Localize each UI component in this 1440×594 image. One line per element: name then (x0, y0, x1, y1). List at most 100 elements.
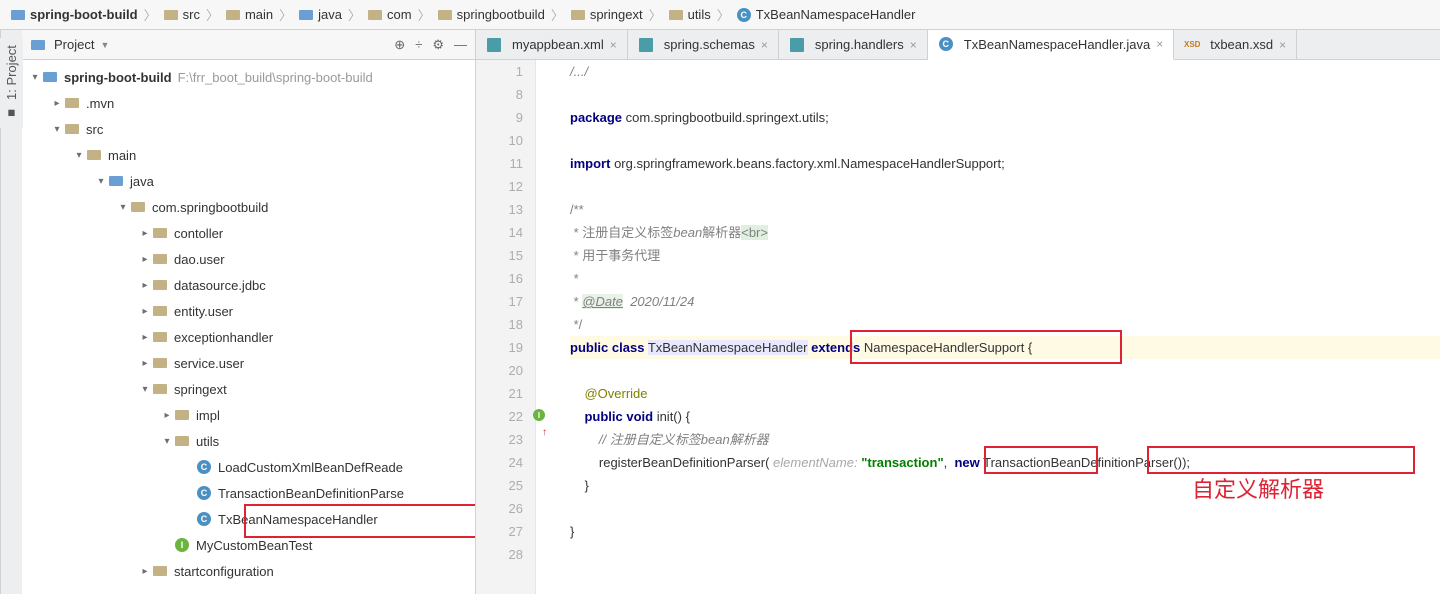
breadcrumb-item[interactable]: com (363, 7, 416, 23)
folder-icon (163, 7, 179, 23)
expand-arrow-icon[interactable] (138, 332, 152, 343)
editor-tab[interactable]: myappbean.xml× (476, 30, 628, 59)
breadcrumb-item[interactable]: springext (566, 7, 647, 23)
code-line[interactable] (570, 543, 1440, 566)
breadcrumb-item[interactable]: java (294, 7, 346, 23)
expand-arrow-icon[interactable] (138, 280, 152, 291)
expand-arrow-icon[interactable] (138, 358, 152, 369)
tree-node[interactable]: contoller (22, 220, 475, 246)
expand-arrow-icon[interactable] (138, 384, 152, 395)
breadcrumb-item[interactable]: main (221, 7, 277, 23)
breadcrumb: spring-boot-build〉src〉main〉java〉com〉spri… (0, 0, 1440, 30)
code-editor[interactable]: 18910111213141516171819202122I↑232425262… (476, 60, 1440, 594)
editor-area: myappbean.xml×spring.schemas×spring.hand… (476, 30, 1440, 594)
tree-node[interactable]: spring-boot-buildF:\frr_boot_build\sprin… (22, 64, 475, 90)
project-tree[interactable]: spring-boot-buildF:\frr_boot_build\sprin… (22, 60, 475, 594)
code-line[interactable]: */ (570, 313, 1440, 336)
code-line[interactable]: /.../ (570, 60, 1440, 83)
code-line[interactable]: registerBeanDefinitionParser( elementNam… (570, 451, 1440, 474)
breadcrumb-item[interactable]: utils (664, 7, 715, 23)
tree-node[interactable]: src (22, 116, 475, 142)
locate-icon[interactable]: ⊕ (394, 37, 405, 53)
project-panel: Project ▼ ⊕ ÷ ⚙ — spring-boot-buildF:\fr… (22, 30, 476, 594)
class-icon: C (196, 485, 212, 501)
code-line[interactable]: @Override (570, 382, 1440, 405)
editor-tab[interactable]: spring.handlers× (779, 30, 928, 59)
tree-node[interactable]: entity.user (22, 298, 475, 324)
expand-arrow-icon[interactable] (28, 72, 42, 83)
expand-arrow-icon[interactable] (160, 410, 174, 421)
tree-node[interactable]: CLoadCustomXmlBeanDefReade (22, 454, 475, 480)
code-line[interactable]: /** (570, 198, 1440, 221)
tree-node[interactable]: springext (22, 376, 475, 402)
tree-node[interactable]: CTransactionBeanDefinitionParse (22, 480, 475, 506)
expand-arrow-icon[interactable] (138, 254, 152, 265)
folder-blue-icon (10, 7, 26, 23)
tree-node[interactable]: java (22, 168, 475, 194)
code-line[interactable]: } (570, 520, 1440, 543)
close-tab-icon[interactable]: × (761, 38, 768, 52)
breadcrumb-item[interactable]: CTxBeanNamespaceHandler (732, 7, 920, 23)
xml-icon (486, 37, 502, 53)
tree-node[interactable]: datasource.jdbc (22, 272, 475, 298)
breadcrumb-item[interactable]: springbootbuild (433, 7, 549, 23)
tree-node[interactable]: exceptionhandler (22, 324, 475, 350)
code-body[interactable]: /.../ package com.springbootbuild.springe… (556, 60, 1440, 594)
class-icon: C (196, 511, 212, 527)
editor-tab[interactable]: CTxBeanNamespaceHandler.java× (928, 30, 1174, 60)
expand-arrow-icon[interactable] (138, 566, 152, 577)
tree-node[interactable]: impl (22, 402, 475, 428)
code-line[interactable] (570, 175, 1440, 198)
tree-node[interactable]: IMyCustomBeanTest (22, 532, 475, 558)
tree-node[interactable]: CTxBeanNamespaceHandler (22, 506, 475, 532)
tree-node[interactable]: startconfiguration (22, 558, 475, 584)
code-line[interactable]: * 用于事务代理 (570, 244, 1440, 267)
close-tab-icon[interactable]: × (1279, 38, 1286, 52)
close-tab-icon[interactable]: × (610, 38, 617, 52)
project-panel-title[interactable]: Project (54, 37, 94, 52)
code-line[interactable]: * 注册自定义标签bean解析器<br> (570, 221, 1440, 244)
expand-arrow-icon[interactable] (94, 176, 108, 187)
expand-arrow-icon[interactable] (50, 124, 64, 135)
collapse-icon[interactable]: ÷ (415, 37, 422, 53)
folder-icon (152, 225, 168, 241)
expand-arrow-icon[interactable] (72, 150, 86, 161)
code-line[interactable]: package com.springbootbuild.springext.ut… (570, 106, 1440, 129)
code-line[interactable]: // 注册自定义标签bean解析器 (570, 428, 1440, 451)
tree-node[interactable]: utils (22, 428, 475, 454)
breadcrumb-item[interactable]: src (159, 7, 204, 23)
expand-arrow-icon[interactable] (160, 436, 174, 447)
expand-arrow-icon[interactable] (138, 306, 152, 317)
expand-arrow-icon[interactable] (138, 228, 152, 239)
project-tool-tab[interactable]: ■ 1: Project (0, 38, 23, 128)
code-line[interactable] (570, 129, 1440, 152)
tree-node[interactable]: .mvn (22, 90, 475, 116)
project-view-dropdown-icon[interactable]: ▼ (100, 40, 109, 50)
code-line[interactable]: public void init() { (570, 405, 1440, 428)
settings-icon[interactable]: ⚙ (432, 37, 444, 53)
expand-arrow-icon[interactable] (50, 98, 64, 109)
tree-node[interactable]: main (22, 142, 475, 168)
fold-column (536, 60, 556, 594)
close-tab-icon[interactable]: × (910, 38, 917, 52)
override-gutter-icon[interactable]: I↑ (533, 409, 547, 423)
code-line[interactable]: * @Date 2020/11/24 (570, 290, 1440, 313)
code-line[interactable]: * (570, 267, 1440, 290)
close-tab-icon[interactable]: × (1156, 37, 1163, 51)
folder-blue-icon (298, 7, 314, 23)
hide-icon[interactable]: — (454, 37, 467, 53)
code-line[interactable]: import org.springframework.beans.factory… (570, 152, 1440, 175)
project-icon (30, 37, 46, 53)
code-line[interactable] (570, 83, 1440, 106)
tree-node[interactable]: dao.user (22, 246, 475, 272)
editor-tab[interactable]: spring.schemas× (628, 30, 779, 59)
class-icon: C (938, 36, 954, 52)
tree-node[interactable]: com.springbootbuild (22, 194, 475, 220)
code-line[interactable] (570, 359, 1440, 382)
folder-icon (152, 381, 168, 397)
breadcrumb-item[interactable]: spring-boot-build (6, 7, 142, 23)
tree-node[interactable]: service.user (22, 350, 475, 376)
editor-tab[interactable]: XSDtxbean.xsd× (1174, 30, 1297, 59)
expand-arrow-icon[interactable] (116, 202, 130, 213)
code-line[interactable]: public class TxBeanNamespaceHandler exte… (570, 336, 1440, 359)
